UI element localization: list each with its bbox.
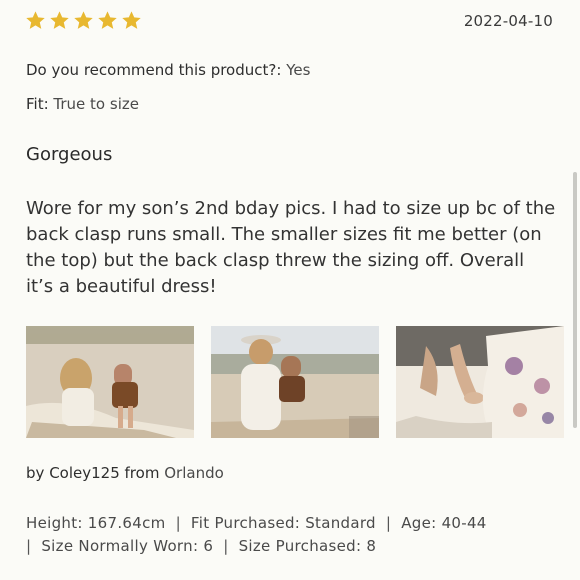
recommend-label: Do you recommend this product?: bbox=[26, 61, 282, 79]
author-prefix: by bbox=[26, 464, 45, 482]
star-icon bbox=[122, 11, 141, 29]
star-rating bbox=[25, 10, 142, 31]
recommend-row: Do you recommend this product?: Yes bbox=[26, 61, 310, 79]
fit-label: Fit: bbox=[26, 95, 49, 113]
review-photo-3[interactable] bbox=[396, 326, 564, 438]
attr-separator: | bbox=[223, 537, 229, 555]
star-icon bbox=[74, 11, 93, 29]
review-author: by Coley125 from Orlando bbox=[26, 464, 224, 482]
star-icon bbox=[50, 11, 69, 29]
review-body: Wore for my son’s 2nd bday pics. I had t… bbox=[26, 198, 556, 297]
review-photo-1[interactable] bbox=[26, 326, 194, 438]
star-icon bbox=[98, 11, 117, 29]
attr-separator: | bbox=[175, 514, 181, 532]
attr-height: Height: 167.64cm bbox=[26, 514, 166, 532]
author-name: Coley125 bbox=[49, 464, 120, 482]
fit-row: Fit: True to size bbox=[26, 95, 139, 113]
attr-separator: | bbox=[385, 514, 392, 532]
author-location: Orlando bbox=[164, 464, 224, 482]
attr-size-normally-worn: Size Normally Worn: 6 bbox=[41, 537, 214, 555]
author-from: from bbox=[124, 464, 160, 482]
attr-size-purchased: Size Purchased: 8 bbox=[238, 537, 377, 555]
recommend-value: Yes bbox=[286, 61, 311, 79]
attr-fit-purchased: Fit Purchased: Standard bbox=[190, 514, 376, 532]
fit-value: True to size bbox=[53, 95, 139, 113]
review-date: 2022-04-10 bbox=[463, 12, 553, 30]
reviewer-attributes: Height: 167.64cm | Fit Purchased: Standard… bbox=[26, 512, 566, 558]
review-photo-2[interactable] bbox=[211, 326, 379, 438]
review-photos bbox=[26, 326, 564, 438]
review-title: Gorgeous bbox=[26, 144, 113, 165]
attr-age: Age: 40-44 bbox=[401, 514, 487, 532]
scrollbar[interactable] bbox=[573, 172, 577, 428]
star-icon bbox=[26, 11, 45, 29]
review-card: 2022-04-10 Do you recommend this product… bbox=[0, 0, 580, 580]
attr-separator: | bbox=[26, 537, 32, 555]
